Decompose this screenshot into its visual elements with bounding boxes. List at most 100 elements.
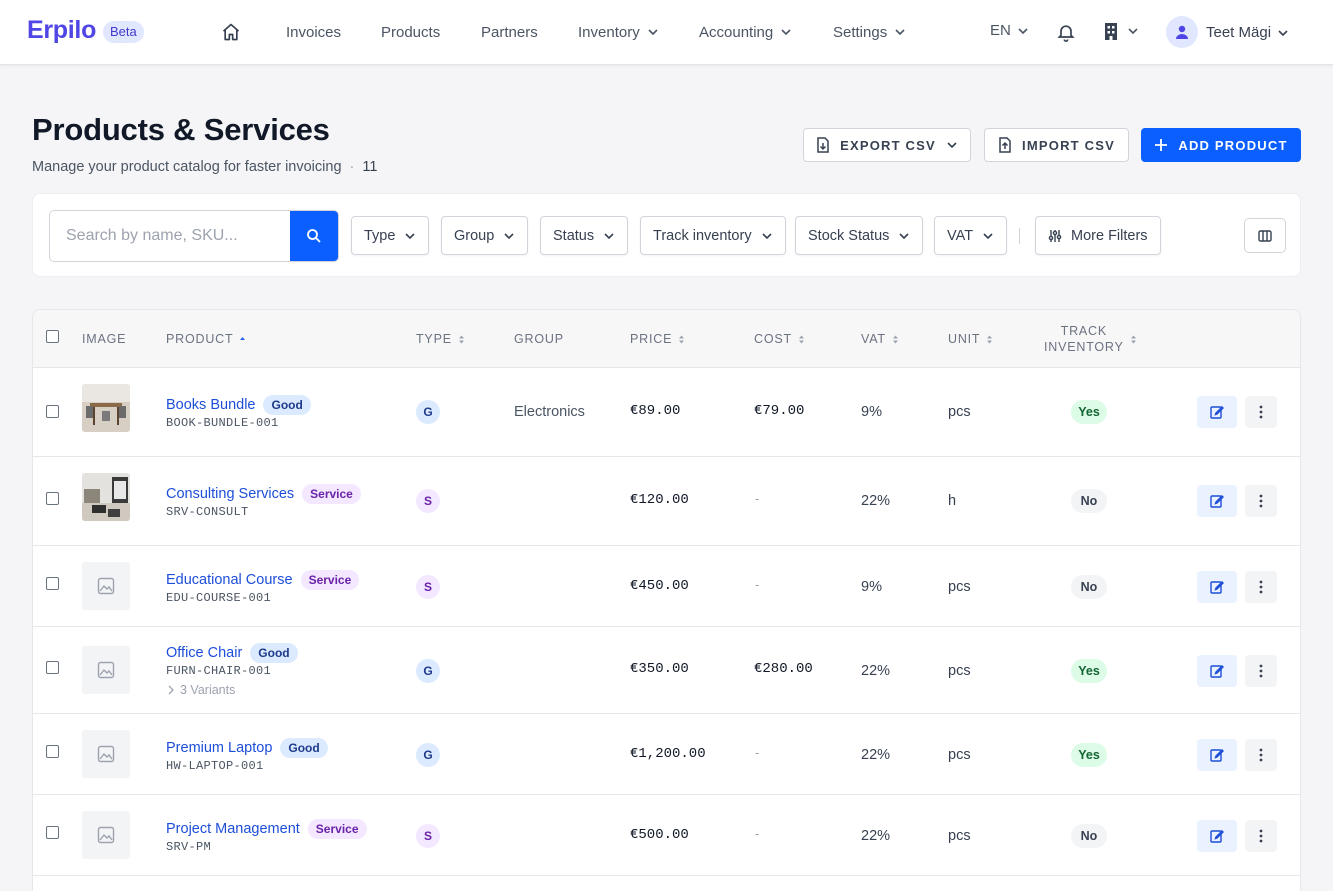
- add-product-button[interactable]: ADD PRODUCT: [1141, 128, 1301, 162]
- product-name-link[interactable]: Project Management Service: [166, 819, 367, 839]
- plus-icon: [1155, 139, 1168, 151]
- table-row[interactable]: Educational Course Service EDU-COURSE-00…: [33, 546, 1300, 627]
- product-unit: h: [948, 493, 957, 509]
- row-more-button[interactable]: [1245, 655, 1277, 687]
- edit-button[interactable]: [1197, 485, 1237, 517]
- table-row[interactable]: Office Chair Good FURN-CHAIR-001 3 Varia…: [33, 627, 1300, 714]
- edit-icon: [1210, 830, 1224, 843]
- language-selector[interactable]: EN: [990, 22, 1029, 39]
- product-name-link[interactable]: Office Chair Good: [166, 643, 298, 663]
- company-selector[interactable]: [1103, 21, 1139, 41]
- header-product[interactable]: PRODUCT: [166, 332, 246, 346]
- product-image-placeholder: [82, 646, 130, 694]
- product-vat: 9%: [861, 579, 882, 595]
- product-cost: -: [755, 491, 760, 506]
- type-indicator: S: [416, 489, 440, 513]
- product-image: [82, 473, 130, 521]
- product-name-link[interactable]: Consulting Services Service: [166, 484, 361, 504]
- header-vat[interactable]: VAT: [861, 332, 899, 346]
- chevron-down-icon[interactable]: [1277, 27, 1289, 39]
- row-checkbox[interactable]: [46, 577, 59, 590]
- select-all-checkbox[interactable]: [46, 330, 59, 343]
- edit-icon: [1210, 495, 1224, 508]
- sort-asc-icon: [240, 336, 246, 340]
- nav-partners[interactable]: Partners: [481, 22, 538, 42]
- sort-icon: [987, 335, 993, 343]
- nav-invoices[interactable]: Invoices: [286, 22, 341, 42]
- product-unit: pcs: [948, 579, 971, 595]
- filter-vat[interactable]: VAT: [934, 216, 1008, 255]
- nav-accounting[interactable]: Accounting: [699, 22, 792, 42]
- user-name[interactable]: Teet Mägi: [1206, 24, 1271, 41]
- filter-type[interactable]: Type: [351, 216, 430, 255]
- filter-group[interactable]: Group: [441, 216, 529, 255]
- row-checkbox[interactable]: [46, 745, 59, 758]
- row-more-button[interactable]: [1245, 571, 1277, 603]
- nav-settings[interactable]: Settings: [833, 22, 906, 42]
- header-cost[interactable]: COST: [754, 332, 805, 346]
- header-track-inventory[interactable]: TRACK INVENTORY: [1044, 323, 1137, 355]
- row-more-button[interactable]: [1245, 396, 1277, 428]
- filter-status[interactable]: Status: [540, 216, 629, 255]
- product-unit: pcs: [948, 828, 971, 844]
- more-vertical-icon: [1259, 494, 1263, 508]
- header-type[interactable]: TYPE: [416, 332, 465, 346]
- nav-products[interactable]: Products: [381, 22, 440, 42]
- row-checkbox[interactable]: [46, 492, 59, 505]
- filter-bar: Type Group Status Track inventory Stock …: [32, 193, 1301, 277]
- product-vat: 9%: [861, 404, 882, 420]
- product-name-link[interactable]: Premium Laptop Good: [166, 738, 328, 758]
- table-row[interactable]: Consulting Services Service SRV-CONSULT …: [33, 457, 1300, 546]
- nav-settings-label: Settings: [833, 23, 888, 41]
- edit-button[interactable]: [1197, 739, 1237, 771]
- product-name: Premium Laptop: [166, 740, 273, 756]
- edit-button[interactable]: [1197, 571, 1237, 603]
- edit-button[interactable]: [1197, 655, 1237, 687]
- search-input[interactable]: [50, 211, 291, 261]
- more-vertical-icon: [1259, 405, 1263, 419]
- row-more-button[interactable]: [1245, 820, 1277, 852]
- filter-track-inventory[interactable]: Track inventory: [640, 216, 786, 255]
- image-placeholder-icon: [97, 745, 115, 763]
- variants-toggle[interactable]: 3 Variants: [168, 683, 235, 697]
- product-price: €500.00: [630, 827, 689, 843]
- product-sku: SRV-PM: [166, 840, 212, 854]
- chevron-down-icon: [504, 232, 514, 239]
- header-unit[interactable]: UNIT: [948, 332, 993, 346]
- filter-type-label: Type: [364, 227, 396, 244]
- row-checkbox[interactable]: [46, 826, 59, 839]
- export-csv-button[interactable]: EXPORT CSV: [803, 128, 971, 162]
- type-indicator: S: [416, 824, 440, 848]
- product-name-link[interactable]: Educational Course Service: [166, 570, 360, 590]
- filter-status-label: Status: [553, 227, 595, 244]
- file-upload-icon: [999, 137, 1011, 153]
- search-button[interactable]: [290, 211, 338, 261]
- product-vat: 22%: [861, 493, 891, 509]
- table-row[interactable]: Books Bundle Good BOOK-BUNDLE-001 G Elec…: [33, 368, 1300, 457]
- row-more-button[interactable]: [1245, 739, 1277, 771]
- row-checkbox[interactable]: [46, 661, 59, 674]
- notifications-button[interactable]: [1056, 21, 1076, 43]
- row-more-button[interactable]: [1245, 485, 1277, 517]
- app-logo[interactable]: Erpilo: [27, 16, 96, 45]
- home-icon[interactable]: [221, 22, 241, 42]
- product-cost: €79.00: [754, 403, 805, 419]
- product-name-link[interactable]: Books Bundle Good: [166, 395, 311, 415]
- edit-button[interactable]: [1197, 820, 1237, 852]
- avatar[interactable]: [1166, 16, 1198, 48]
- columns-button[interactable]: [1244, 218, 1286, 253]
- header-image: IMAGE: [82, 332, 126, 346]
- more-filters-button[interactable]: More Filters: [1035, 216, 1161, 255]
- edit-button[interactable]: [1197, 396, 1237, 428]
- living-room-photo: [82, 473, 130, 521]
- track-inventory-badge: Yes: [1071, 400, 1107, 424]
- import-csv-button[interactable]: IMPORT CSV: [984, 128, 1129, 162]
- table-row[interactable]: Premium Laptop Good HW-LAPTOP-001 G €1,2…: [33, 714, 1300, 795]
- table-row[interactable]: Project Management Service SRV-PM S €500…: [33, 795, 1300, 876]
- product-price: €350.00: [630, 661, 689, 677]
- track-inventory-badge: No: [1071, 824, 1107, 848]
- nav-inventory[interactable]: Inventory: [578, 22, 659, 42]
- filter-stock-status[interactable]: Stock Status: [795, 216, 924, 255]
- row-checkbox[interactable]: [46, 405, 59, 418]
- header-price[interactable]: PRICE: [630, 332, 685, 346]
